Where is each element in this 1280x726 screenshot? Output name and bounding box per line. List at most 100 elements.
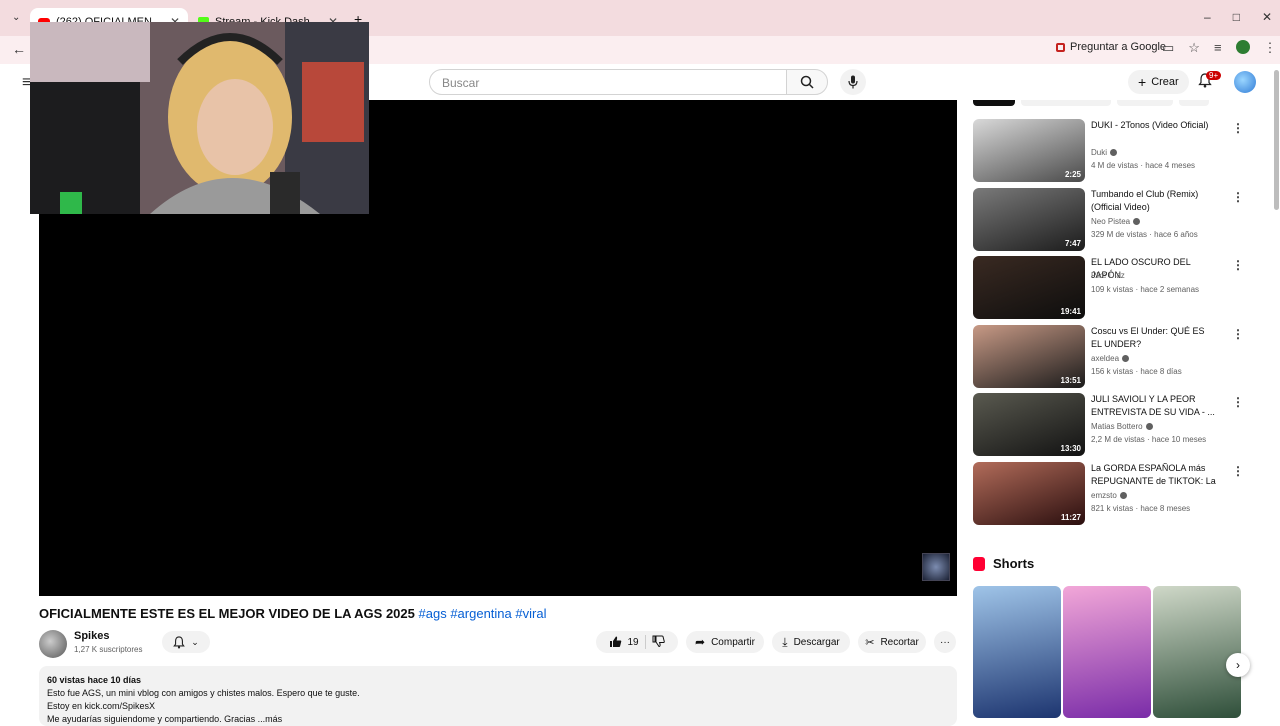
- short-item[interactable]: [1063, 586, 1151, 718]
- more-options-icon[interactable]: ⋮: [1232, 190, 1244, 204]
- chip[interactable]: [1021, 100, 1111, 106]
- verified-icon: [1110, 149, 1118, 157]
- recommendation-channel[interactable]: Matias Bottero: [1091, 422, 1153, 431]
- video-thumbnail[interactable]: 2:25: [973, 119, 1085, 182]
- bookmark-star-icon[interactable]: ☆: [1188, 40, 1200, 56]
- search-icon: [800, 75, 814, 89]
- channel-name[interactable]: Pike Diaz: [1091, 271, 1125, 280]
- recommendation-meta: 4 M de vistas · hace 4 meses: [1091, 161, 1196, 170]
- maximize-button[interactable]: □: [1233, 10, 1240, 24]
- recommendation-item[interactable]: 11:27 La GORDA ESPAÑOLA más REPUGNANTE de…: [973, 461, 1244, 525]
- like-button[interactable]: 19: [609, 636, 639, 648]
- account-avatar[interactable]: [1234, 71, 1256, 93]
- recommendation-item[interactable]: 19:41 EL LADO OSCURO DEL JAPÓN Pike Diaz 10…: [973, 256, 1244, 319]
- more-options-icon[interactable]: ⋮: [1232, 327, 1244, 341]
- chip[interactable]: [1117, 100, 1173, 106]
- recommendation-meta: 329 M de vistas · hace 6 años: [1091, 229, 1198, 239]
- recommendation-item[interactable]: 2:25 DUKI - 2Tonos (Video Oficial) Duki 4 M…: [973, 119, 1244, 182]
- video-duration: 2:25: [1064, 170, 1081, 179]
- share-button[interactable]: ➦ Compartir: [686, 631, 764, 653]
- scissors-icon: ✂: [865, 636, 875, 649]
- channel-avatar[interactable]: [39, 630, 67, 658]
- recommendation-title[interactable]: La GORDA ESPAÑOLA más REPUGNANTE de TIKT…: [1091, 462, 1217, 488]
- hashtag-link[interactable]: #viral: [515, 606, 546, 621]
- more-options-icon[interactable]: ⋮: [1232, 395, 1244, 409]
- recommendation-meta: 2,2 M de vistas · hace 10 meses: [1091, 435, 1207, 444]
- thumbs-down-icon: [652, 635, 665, 647]
- hashtag-link[interactable]: #ags: [419, 606, 447, 621]
- subscription-notifications-button[interactable]: ⌄: [162, 631, 210, 653]
- download-icon: ⤓: [782, 634, 788, 649]
- more-options-icon[interactable]: ⋮: [1232, 121, 1244, 135]
- create-button[interactable]: + Crear: [1128, 70, 1189, 94]
- hashtag-link[interactable]: #argentina: [450, 606, 511, 621]
- window-controls: – □ ✕: [1204, 10, 1272, 24]
- video-thumbnail[interactable]: 13:30: [973, 393, 1085, 456]
- recommendation-item[interactable]: 7:47 Tumbando el Club (Remix) (Official V…: [973, 187, 1244, 251]
- voice-search-button[interactable]: [840, 69, 866, 95]
- search-input[interactable]: Buscar: [429, 69, 787, 95]
- download-button[interactable]: ⤓ Descargar: [772, 631, 850, 653]
- recommendation-meta: 156 k vistas · hace 8 días: [1091, 366, 1182, 376]
- menu-dots-icon[interactable]: ⋮: [1264, 40, 1277, 56]
- more-options-icon[interactable]: ⋮: [1232, 464, 1244, 478]
- video-thumbnail[interactable]: 19:41: [973, 256, 1085, 319]
- channel-name[interactable]: axeldea: [1091, 354, 1119, 363]
- video-title: OFICIALMENTE ESTE ES EL MEJOR VIDEO DE L…: [39, 606, 546, 621]
- share-label: Compartir: [711, 636, 755, 648]
- ask-google-button[interactable]: Preguntar a Google: [1056, 41, 1166, 53]
- recommendation-item[interactable]: 13:51 Coscu vs El Under: QUÉ ES EL UNDER?…: [973, 324, 1244, 388]
- share-icon: ➦: [695, 635, 706, 649]
- video-thumbnail[interactable]: 13:51: [973, 324, 1085, 388]
- short-item[interactable]: [973, 586, 1061, 718]
- more-options-icon[interactable]: ⋮: [1232, 258, 1244, 272]
- tab-list-dropdown-icon[interactable]: ⌄: [12, 12, 20, 23]
- divider: [644, 635, 646, 649]
- recommendation-channel[interactable]: axeldea: [1091, 354, 1130, 363]
- filter-chips: [973, 100, 1241, 106]
- minimize-button[interactable]: –: [1204, 10, 1211, 24]
- channel-watermark-icon[interactable]: [922, 553, 950, 581]
- video-thumbnail[interactable]: 11:27: [973, 461, 1085, 525]
- close-window-button[interactable]: ✕: [1262, 10, 1272, 24]
- chip-all[interactable]: [973, 100, 1015, 106]
- recommendation-channel[interactable]: emzsto: [1091, 491, 1127, 500]
- channel-name[interactable]: Duki: [1091, 148, 1107, 157]
- recommendation-title[interactable]: Coscu vs El Under: QUÉ ES EL UNDER?: [1091, 325, 1217, 351]
- short-item[interactable]: [1153, 586, 1241, 718]
- channel-name[interactable]: Matias Bottero: [1091, 422, 1143, 431]
- recommendation-title[interactable]: Tumbando el Club (Remix) (Official Video…: [1091, 188, 1217, 214]
- view-count-date: 60 vistas hace 10 días: [47, 675, 142, 685]
- extensions-icon[interactable]: ≡: [1214, 40, 1222, 56]
- recommendation-channel[interactable]: Duki: [1091, 148, 1118, 157]
- address-bar-actions: ▭ ☆ ≡ ⋮: [1162, 40, 1277, 56]
- subscriber-count: 1,27 K suscriptores: [74, 645, 143, 654]
- recommendation-channel[interactable]: Neo Pistea: [1091, 217, 1141, 226]
- recommendation-title[interactable]: JULI SAVIOLI Y LA PEOR ENTREVISTA DE SU …: [1091, 393, 1217, 419]
- video-thumbnail[interactable]: 7:47: [973, 187, 1085, 251]
- recommendation-meta: 821 k vistas · hace 8 meses: [1091, 503, 1191, 513]
- video-duration: 19:41: [1060, 307, 1081, 316]
- profile-avatar-icon[interactable]: [1235, 40, 1250, 54]
- channel-name[interactable]: Neo Pistea: [1091, 217, 1130, 226]
- chevron-down-icon: ⌄: [191, 636, 199, 647]
- channel-name[interactable]: Spikes: [74, 630, 109, 642]
- recommendation-item[interactable]: 13:30 JULI SAVIOLI Y LA PEOR ENTREVISTA D…: [973, 393, 1244, 456]
- recommendation-channel[interactable]: Pike Diaz: [1091, 271, 1125, 280]
- description-line: Esto fue AGS, un mini vblog con amigos y…: [47, 688, 360, 698]
- chip[interactable]: [1179, 100, 1209, 106]
- more-actions-button[interactable]: ···: [934, 631, 956, 653]
- description-box[interactable]: 60 vistas hace 10 días Esto fue AGS, un …: [39, 666, 957, 726]
- like-count: 19: [627, 636, 639, 648]
- back-icon[interactable]: ←: [12, 41, 26, 57]
- webcam-overlay: [30, 22, 369, 214]
- chevron-right-icon[interactable]: ›: [1226, 653, 1250, 677]
- recommendation-title[interactable]: DUKI - 2Tonos (Video Oficial): [1091, 119, 1217, 132]
- page-scrollbar[interactable]: [1274, 70, 1279, 210]
- shorts-icon: [973, 556, 985, 571]
- dislike-button[interactable]: [652, 635, 665, 650]
- search-button[interactable]: [786, 69, 828, 95]
- cast-icon[interactable]: ▭: [1162, 40, 1174, 56]
- channel-name[interactable]: emzsto: [1091, 491, 1117, 500]
- clip-button[interactable]: ✂ Recortar: [858, 631, 926, 653]
